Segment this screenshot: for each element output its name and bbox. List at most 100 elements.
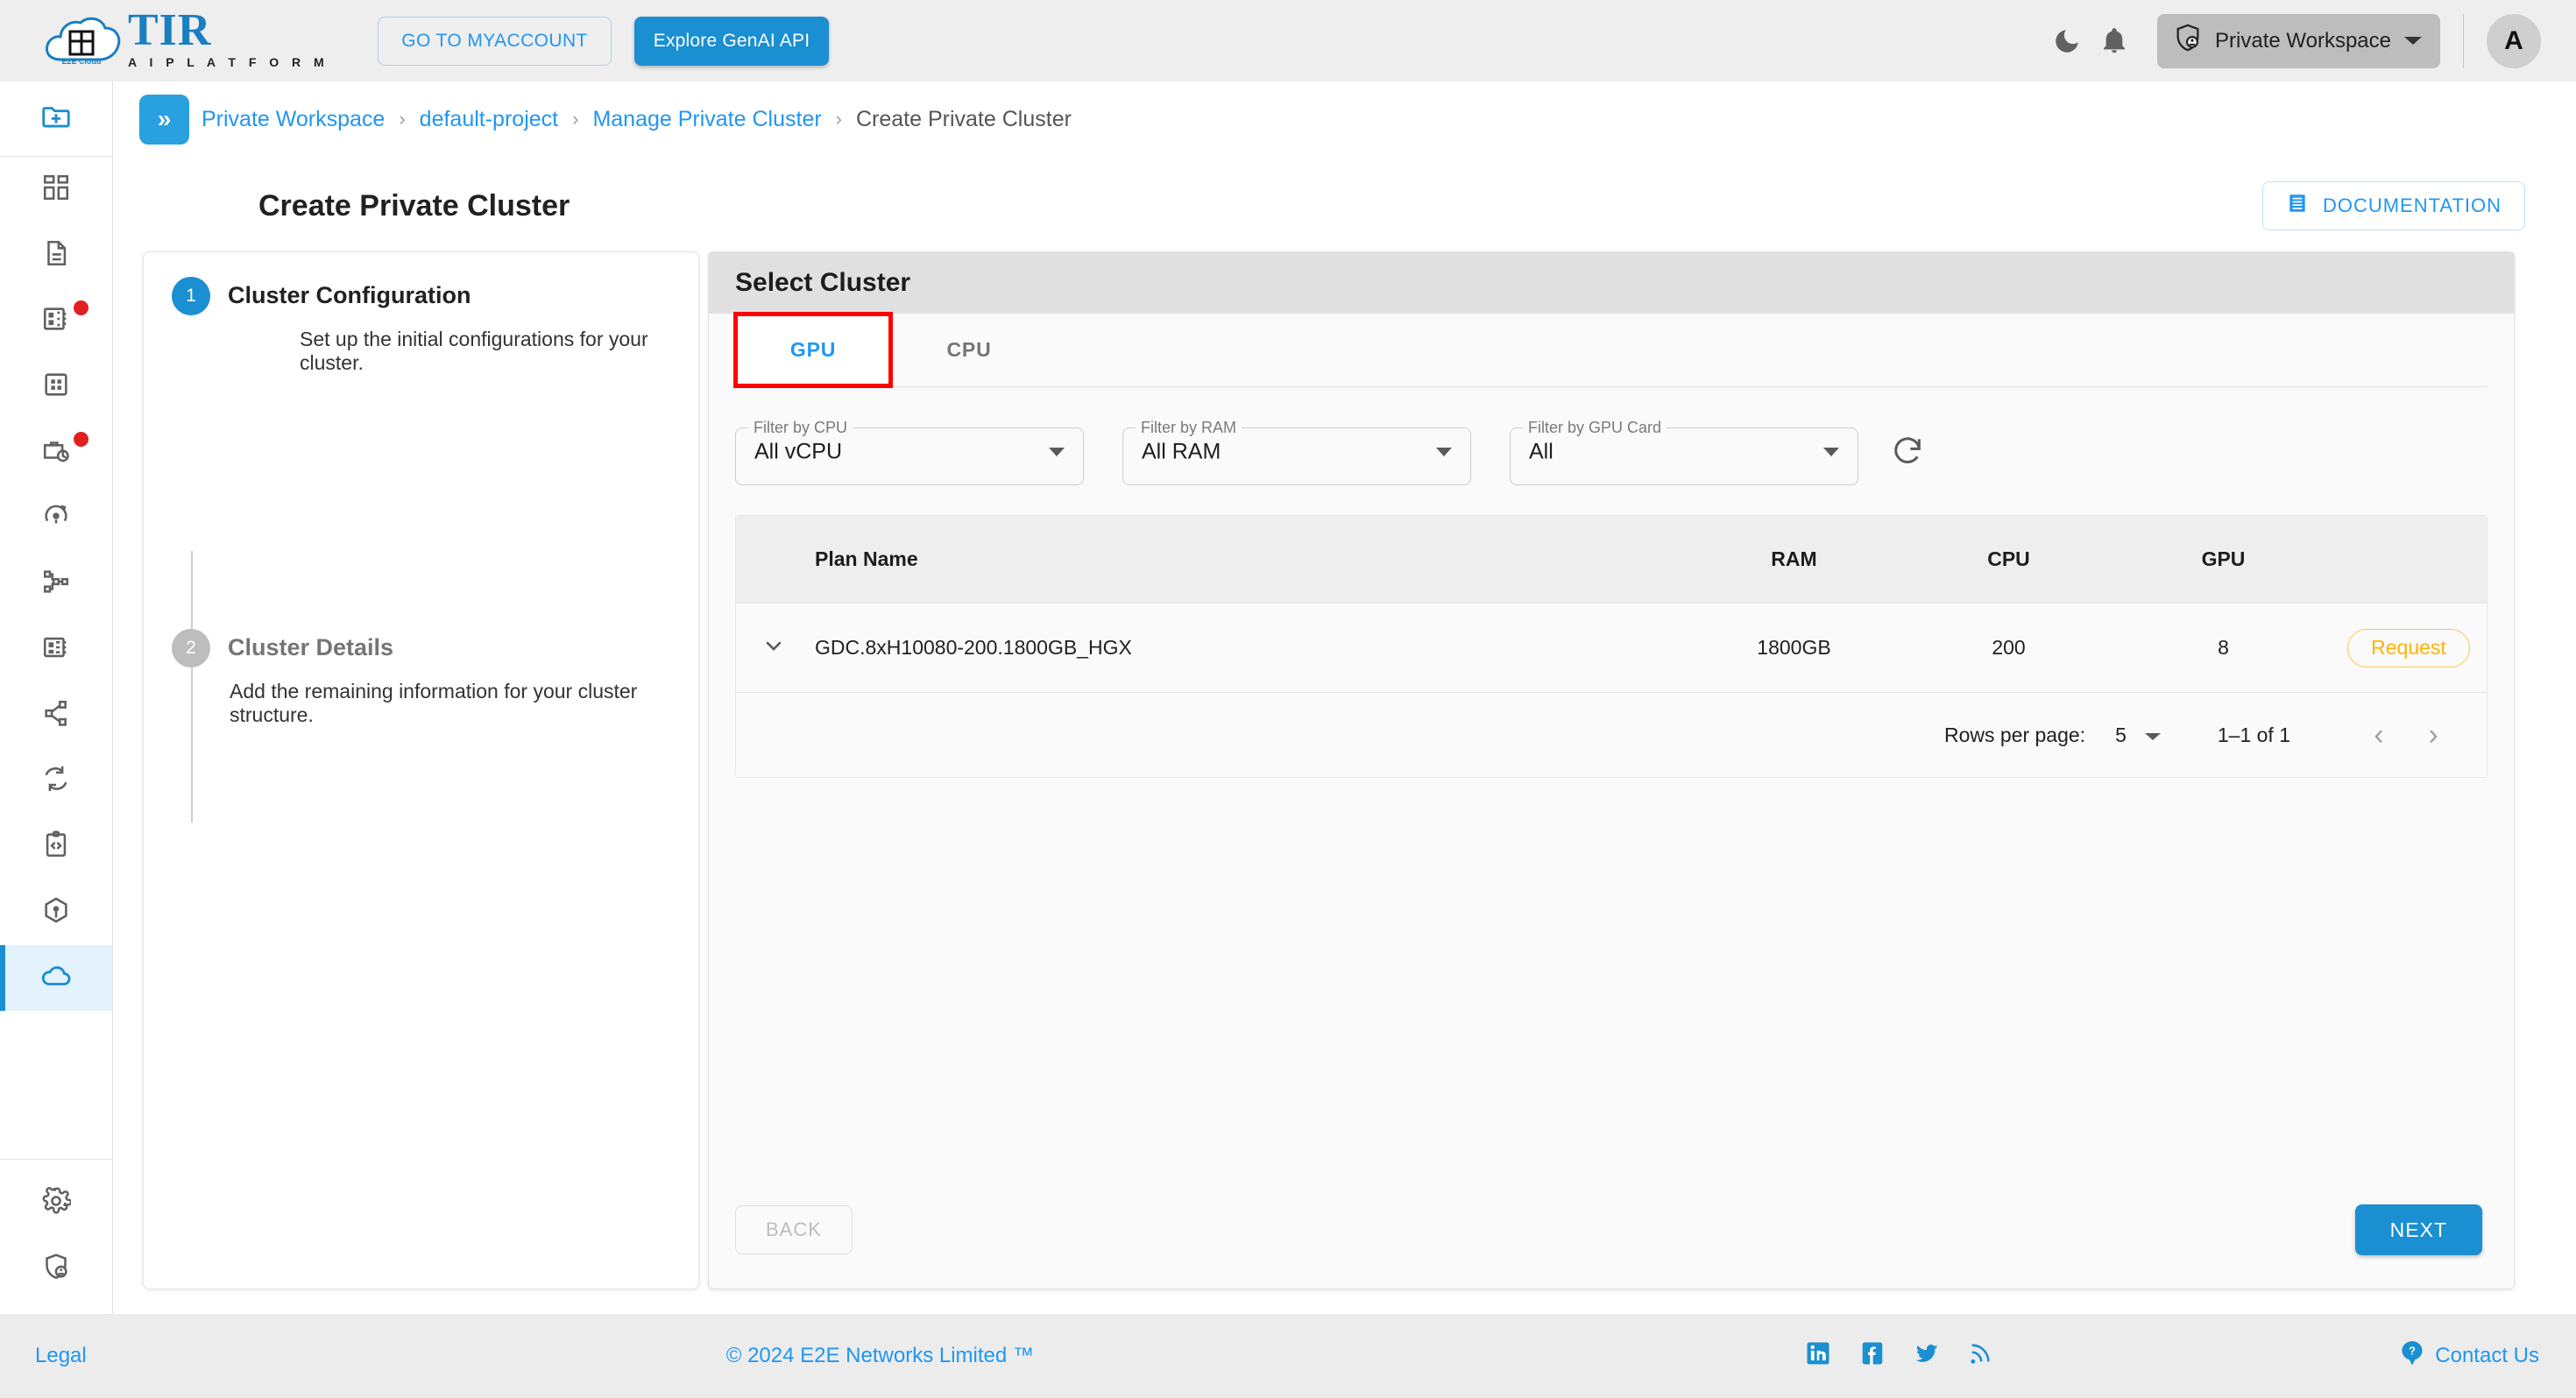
sidebar-item-security[interactable] — [0, 1236, 112, 1302]
dark-mode-icon[interactable] — [2043, 18, 2091, 65]
tab-cpu[interactable]: CPU — [891, 314, 1047, 386]
filter-by-gpu-card-value: All — [1529, 439, 1553, 464]
rss-icon[interactable] — [1968, 1341, 1992, 1372]
svg-text:E2E Cloud: E2E Cloud — [61, 57, 101, 66]
avatar[interactable]: A — [2487, 13, 2541, 68]
sidebar-item-pipelines[interactable] — [0, 551, 112, 617]
share-network-icon — [41, 698, 71, 732]
chevron-down-icon — [2403, 29, 2423, 53]
table-header-gpu: GPU — [2201, 547, 2246, 570]
breadcrumb-bar: » Private Workspace › default-project › … — [113, 81, 2576, 157]
contact-us-label: Contact Us — [2435, 1344, 2539, 1367]
filter-by-gpu-card-select[interactable]: Filter by GPU Card All — [1510, 419, 1858, 485]
sidebar-item-packages[interactable] — [0, 879, 112, 945]
sidebar-item-settings[interactable] — [0, 1170, 112, 1236]
select-cluster-title: Select Cluster — [709, 252, 2514, 314]
chevron-down-icon — [1049, 448, 1065, 456]
step-description: Set up the initial configurations for yo… — [300, 328, 648, 374]
row-action-cell: Request — [2331, 628, 2487, 667]
filter-by-ram-label: Filter by RAM — [1141, 419, 1237, 436]
filter-by-cpu-select[interactable]: Filter by CPU All vCPU — [735, 419, 1084, 485]
sidebar-rail — [0, 81, 113, 1314]
back-button[interactable]: BACK — [735, 1205, 853, 1254]
pagination-prev-button[interactable]: ‹ — [2352, 708, 2406, 762]
filter-by-ram-select[interactable]: Filter by RAM All RAM — [1122, 419, 1471, 485]
document-icon — [41, 238, 71, 272]
sidebar-expand-toggle[interactable]: » — [139, 94, 189, 145]
rows-per-page-value: 5 — [2115, 723, 2127, 746]
top-bar: E2E Cloud TIR A I P L A T F O R M GO TO … — [0, 0, 2576, 81]
new-project-folder-icon — [39, 100, 73, 138]
sidebar-item-gpu[interactable] — [0, 617, 112, 682]
breadcrumb-item-project[interactable]: default-project — [420, 107, 558, 132]
step-number-badge: 2 — [172, 629, 210, 667]
next-button[interactable]: NEXT — [2354, 1204, 2482, 1255]
step-number-badge: 1 — [172, 277, 210, 315]
sidebar-item-share[interactable] — [0, 682, 112, 748]
workspace-selector[interactable]: Private Workspace — [2157, 13, 2440, 68]
row-gpu: 8 — [2218, 636, 2229, 659]
refresh-icon[interactable] — [1890, 433, 1925, 472]
rows-per-page-select[interactable]: 5 — [2115, 724, 2162, 747]
request-button[interactable]: Request — [2347, 628, 2470, 667]
table-header-plan-name: Plan Name — [815, 547, 918, 570]
chevron-down-icon — [761, 633, 786, 663]
step-cluster-configuration[interactable]: 1 Cluster Configuration — [144, 252, 698, 315]
workspace-shield-icon — [2173, 23, 2203, 59]
sidebar-item-cloud[interactable] — [0, 945, 112, 1011]
breadcrumb-separator: › — [835, 108, 842, 130]
sidebar-item-dashboard[interactable] — [0, 157, 112, 222]
sidebar-item-documents[interactable] — [0, 222, 112, 288]
step-title: Cluster Configuration — [228, 282, 471, 308]
logo-subtitle: A I P L A T F O R M — [128, 54, 329, 69]
tab-gpu[interactable]: GPU — [733, 312, 893, 388]
sidebar-item-new-project[interactable] — [0, 81, 112, 157]
sidebar-item-containers[interactable] — [0, 354, 112, 420]
twitter-icon[interactable] — [1914, 1340, 1940, 1373]
table-row[interactable]: GDC.8xH10080-200.1800GB_HGX 1800GB 200 8… — [736, 604, 2487, 693]
page-header: Create Private Cluster DOCUMENTATION — [113, 157, 2576, 230]
help-question-icon: ? — [2400, 1340, 2424, 1373]
linkedin-icon[interactable] — [1805, 1340, 1831, 1373]
row-plan-name: GDC.8xH10080-200.1800GB_HGX — [815, 636, 1132, 659]
breadcrumb-item-current: Create Private Cluster — [856, 106, 1072, 131]
notification-bell-icon[interactable] — [2091, 18, 2138, 65]
sidebar-item-code[interactable] — [0, 814, 112, 879]
dashboard-grid-icon — [41, 173, 71, 207]
sidebar-item-model-endpoint[interactable] — [0, 485, 112, 551]
table-pagination: Rows per page: 5 1–1 of 1 ‹ › — [736, 693, 2487, 777]
sidebar-item-sync[interactable] — [0, 748, 112, 814]
explore-genai-api-button[interactable]: Explore GenAI API — [633, 16, 830, 66]
pipeline-nodes-icon — [41, 567, 71, 601]
breadcrumb-separator: › — [399, 108, 406, 130]
contact-us-link[interactable]: ? Contact Us — [2400, 1340, 2539, 1373]
page-footer: Legal © 2024 E2E Networks Limited ™ ? Co… — [0, 1314, 2576, 1398]
go-to-myaccount-button[interactable]: GO TO MYACCOUNT — [378, 16, 612, 66]
step-cluster-details[interactable]: 2 Cluster Details — [144, 604, 698, 667]
breadcrumb: Private Workspace › default-project › Ma… — [202, 107, 1072, 132]
wizard-actions: BACK NEXT — [709, 1204, 2514, 1289]
sidebar-item-notebooks[interactable] — [0, 288, 112, 354]
facebook-icon[interactable] — [1859, 1340, 1886, 1373]
copyright-text: © 2024 E2E Networks Limited ™ — [725, 1344, 1034, 1367]
sidebar-item-jobs[interactable] — [0, 420, 112, 485]
filters-row: Filter by CPU All vCPU Filter by RAM All… — [709, 387, 2514, 485]
svg-text:?: ? — [2409, 1345, 2416, 1357]
filter-by-gpu-card-label: Filter by GPU Card — [1528, 419, 1662, 436]
legal-link[interactable]: Legal — [35, 1344, 87, 1368]
logo-title: TIR — [128, 4, 212, 55]
pagination-next-button[interactable]: › — [2406, 708, 2460, 762]
workspace-label: Private Workspace — [2215, 28, 2391, 53]
sync-refresh-icon — [41, 764, 71, 798]
social-links — [1805, 1340, 1992, 1373]
pagination-range: 1–1 of 1 — [2217, 723, 2290, 746]
breadcrumb-item-manage-cluster[interactable]: Manage Private Cluster — [592, 107, 821, 132]
documentation-label: DOCUMENTATION — [2322, 194, 2502, 216]
row-expand-toggle[interactable] — [736, 633, 810, 663]
top-bar-divider — [2463, 13, 2464, 68]
brand-logo[interactable]: E2E Cloud TIR A I P L A T F O R M — [42, 4, 329, 69]
breadcrumb-item-workspace[interactable]: Private Workspace — [202, 107, 385, 132]
documentation-button[interactable]: DOCUMENTATION — [2261, 181, 2525, 230]
table-header-cpu: CPU — [1987, 547, 2030, 570]
table-header-ram: RAM — [1771, 547, 1817, 570]
